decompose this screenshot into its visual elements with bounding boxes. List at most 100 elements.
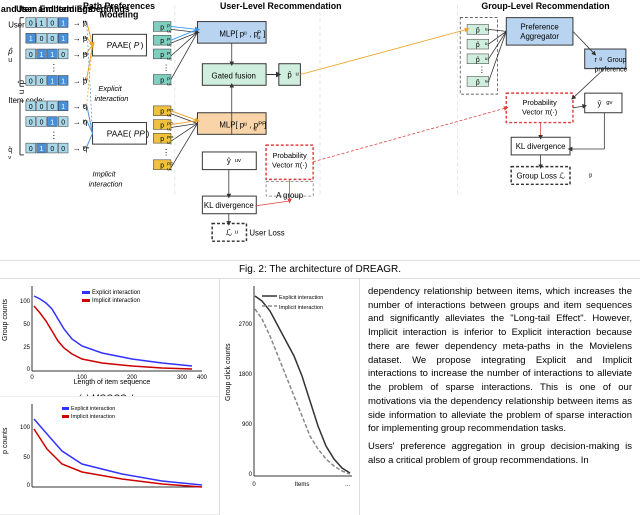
mooccube-chart: Group counts Length of item sequence 0 2…	[0, 279, 219, 397]
svg-text:300: 300	[177, 375, 188, 381]
svg-text:1: 1	[50, 120, 54, 127]
svg-text:u₁: u₁	[167, 114, 172, 119]
svg-text:ȳ: ȳ	[597, 99, 601, 108]
svg-text:Aggregator: Aggregator	[520, 32, 559, 41]
charts-column: Group counts Length of item sequence 0 2…	[0, 279, 220, 515]
svg-text:): )	[141, 40, 144, 50]
svg-text:uv: uv	[235, 158, 241, 164]
svg-text:100: 100	[77, 375, 88, 381]
svg-text:1: 1	[61, 20, 65, 27]
svg-text:0: 0	[50, 36, 54, 43]
svg-text:⋮: ⋮	[162, 148, 170, 157]
svg-text:0: 0	[40, 104, 44, 111]
svg-text:User-Level Recommendation: User-Level Recommendation	[220, 1, 341, 11]
svg-text:Modeling: Modeling	[100, 10, 139, 20]
svg-text:gv: gv	[606, 100, 612, 106]
svg-text:Group Loss ℒ: Group Loss ℒ	[516, 171, 565, 180]
svg-text:u: u	[8, 57, 12, 64]
svg-text:u: u	[244, 121, 247, 127]
svg-text:g: g	[599, 57, 602, 62]
svg-text:p̂: p̂	[476, 79, 480, 86]
svg-text:p: p	[160, 122, 164, 129]
svg-text:u₃: u₃	[167, 57, 172, 62]
svg-text:p̂: p̂	[7, 47, 13, 56]
svg-text:Explicit interaction: Explicit interaction	[279, 295, 323, 301]
svg-text:ℒ: ℒ	[226, 227, 233, 237]
svg-text:uₙ: uₙ	[83, 76, 89, 82]
svg-text:900: 900	[242, 422, 253, 428]
svg-text:u: u	[295, 71, 298, 77]
svg-text:Group click counts: Group click counts	[225, 343, 232, 401]
svg-text:400: 400	[197, 375, 208, 381]
page-container: User and Item Embeddings User and Item E…	[0, 0, 640, 515]
svg-text:u: u	[17, 90, 26, 94]
svg-text:preference: preference	[595, 67, 628, 74]
svg-text:0: 0	[252, 482, 256, 488]
svg-text:1: 1	[40, 20, 44, 27]
svg-text:PAAE(: PAAE(	[107, 40, 132, 50]
svg-text:u: u	[235, 229, 238, 235]
paragraph-2: Users' preference aggregation in group d…	[368, 440, 632, 468]
svg-text:Probability: Probability	[522, 98, 557, 107]
svg-text:Vector π(·): Vector π(·)	[272, 161, 307, 170]
svg-text:0: 0	[29, 20, 33, 27]
svg-text:Preference: Preference	[520, 22, 558, 31]
svg-text:Explicit interaction: Explicit interaction	[71, 406, 115, 412]
svg-text:u₁: u₁	[485, 27, 490, 32]
svg-text:1: 1	[50, 78, 54, 85]
svg-text:0: 0	[61, 146, 65, 153]
svg-text:Gated fusion: Gated fusion	[212, 71, 256, 80]
svg-text:interaction: interaction	[89, 179, 123, 188]
svg-text:1: 1	[61, 36, 65, 43]
movielens-chart-col: Group click counts 0 900 1800 2700 0 Ite…	[220, 279, 360, 515]
svg-text:PAAE(: PAAE(	[107, 128, 132, 138]
svg-text:2700: 2700	[239, 322, 253, 328]
svg-text:1800: 1800	[239, 372, 253, 378]
svg-text:u₂: u₂	[485, 42, 490, 47]
small-chart: p counts Explicit interaction Implicit i…	[0, 397, 219, 515]
movielens-chart: Group click counts 0 900 1800 2700 0 Ite…	[220, 279, 359, 515]
svg-text:Implicit: Implicit	[93, 169, 117, 178]
text-column: dependency relationship between items, w…	[360, 279, 640, 515]
svg-text:p̂: p̂	[476, 57, 480, 64]
svg-text:PP: PP	[134, 128, 146, 138]
svg-text:p: p	[160, 136, 164, 143]
svg-text:u: u	[257, 35, 260, 41]
svg-text:0: 0	[50, 20, 54, 27]
svg-text:interaction: interaction	[95, 94, 129, 103]
svg-text:0: 0	[61, 52, 65, 59]
svg-text:200: 200	[127, 375, 138, 381]
svg-text:p: p	[160, 77, 164, 84]
svg-text:q̂: q̂	[8, 147, 12, 154]
svg-text:p̂: p̂	[476, 42, 480, 49]
svg-text:p: p	[160, 24, 164, 31]
svg-text:0: 0	[27, 367, 31, 373]
svg-text:p̂: p̂	[17, 79, 26, 84]
svg-text:100: 100	[20, 299, 31, 305]
svg-text:Implicit interaction: Implicit interaction	[71, 414, 115, 420]
svg-text:p: p	[160, 109, 164, 116]
svg-text:u₃: u₃	[485, 57, 490, 62]
bottom-area: Group counts Length of item sequence 0 2…	[0, 279, 640, 515]
svg-text:vₘ: vₘ	[83, 145, 90, 151]
svg-text:uₙ: uₙ	[167, 168, 172, 173]
svg-text:KL divergence: KL divergence	[516, 142, 566, 151]
svg-text:Probability: Probability	[272, 151, 307, 160]
svg-text:v: v	[8, 155, 11, 161]
svg-text:p: p	[160, 52, 164, 59]
svg-text:0: 0	[50, 146, 54, 153]
svg-text:Items: Items	[295, 482, 310, 488]
svg-text:ŷ: ŷ	[227, 157, 231, 166]
svg-text:p counts: p counts	[2, 427, 9, 454]
diagram-area: User and Item Embeddings User and Item E…	[0, 0, 640, 261]
svg-text:0: 0	[29, 52, 33, 59]
svg-text:0: 0	[27, 483, 31, 489]
svg-text:1: 1	[61, 104, 65, 111]
svg-text:Implicit interaction: Implicit interaction	[279, 305, 323, 311]
svg-text:Explicit: Explicit	[98, 84, 122, 93]
svg-text:25: 25	[23, 345, 30, 351]
figure-caption: Fig. 2: The architecture of DREAGR.	[0, 261, 640, 279]
svg-text:0: 0	[29, 146, 33, 153]
svg-text:u₂: u₂	[167, 127, 172, 132]
svg-text:p̂: p̂	[287, 70, 292, 79]
